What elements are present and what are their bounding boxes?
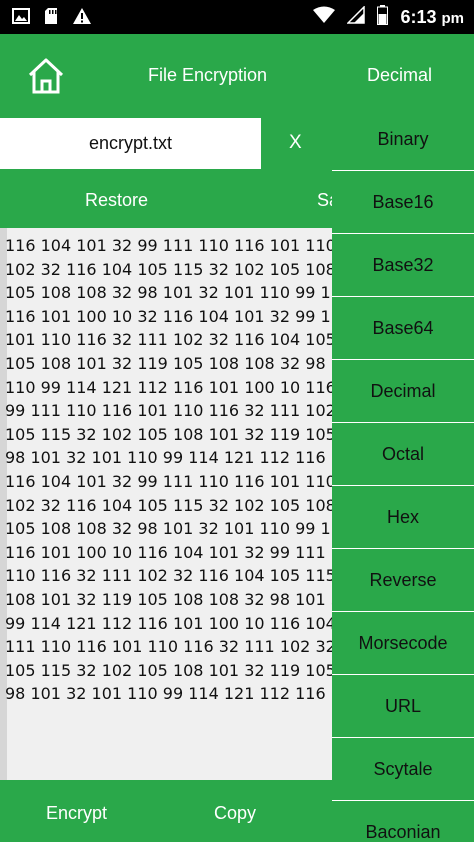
restore-button[interactable]: Restore [85,190,148,211]
output-line: 99 111 110 116 101 110 116 32 111 102 [5,401,332,421]
page-title: File Encryption [148,65,268,85]
status-bar: 6:13 pm [0,0,474,34]
copy-button[interactable]: Copy [214,803,256,824]
sd-card-icon [44,7,58,30]
mode-selector[interactable]: Decimal [367,65,432,86]
menu-item-binary[interactable]: Binary [332,108,474,171]
output-line: 116 104 101 32 99 111 110 116 101 110 [5,471,332,491]
output-line: 105 108 101 32 119 105 108 108 32 98 101 [5,353,332,373]
output-line: 110 99 114 121 112 116 101 100 10 116 10… [5,377,332,397]
output-lines: 116 104 101 32 99 111 110 116 101 110 102… [5,234,332,706]
output-line: 102 32 116 104 105 115 32 102 105 108 [5,259,332,279]
status-time-suffix: pm [441,9,465,27]
clear-file-button[interactable]: X [289,132,302,154]
encrypt-button[interactable]: Encrypt [46,803,107,824]
signal-icon [346,4,366,29]
output-line: 105 115 32 102 105 108 101 32 119 105 [5,424,332,444]
battery-icon [377,4,389,30]
status-right-icons: 6:13 pm [313,0,464,34]
output-line: 105 108 108 32 98 101 32 101 110 99 114 [5,283,332,303]
output-line: 116 104 101 32 99 111 110 116 101 110 [5,236,332,255]
home-icon [24,58,68,102]
gallery-icon [12,7,30,30]
menu-item-base64[interactable]: Base64 [332,297,474,360]
output-line: 98 101 32 101 110 99 114 121 112 116 101 [5,448,332,468]
app-toolbar: File Encryption Decimal [0,34,474,118]
menu-item-morsecode[interactable]: Morsecode [332,612,474,675]
menu-item-scytale[interactable]: Scytale [332,738,474,801]
output-line: 108 101 32 119 105 108 108 32 98 101 32 [5,589,332,609]
alert-icon [72,7,92,30]
output-line: 105 108 108 32 98 101 32 101 110 99 114 [5,519,332,539]
output-line: 111 110 116 101 110 116 32 111 102 32 11… [5,637,332,657]
menu-item-base32[interactable]: Base32 [332,234,474,297]
output-line: 116 101 100 10 32 116 104 101 32 99 111 [5,306,332,326]
output-line: 101 110 116 32 111 102 32 116 104 105 [5,330,332,350]
menu-item-baconian[interactable]: Baconian [332,801,474,842]
output-line: 105 115 32 102 105 108 101 32 119 105 10… [5,660,332,680]
menu-item-octal[interactable]: Octal [332,423,474,486]
menu-item-url[interactable]: URL [332,675,474,738]
output-line: 98 101 32 101 110 99 114 121 112 116 101 [5,684,332,704]
output-line: 110 116 32 111 102 32 116 104 105 115 [5,566,332,586]
encoding-dropdown-menu: Binary Base16 Base32 Base64 Decimal Octal Hex R… [332,108,474,842]
menu-item-reverse[interactable]: Reverse [332,549,474,612]
output-line: 99 114 121 112 116 101 100 10 116 104 10… [5,613,332,633]
menu-item-decimal[interactable]: Decimal [332,360,474,423]
output-line: 116 101 100 10 116 104 101 32 99 111 110 [5,542,332,562]
menu-item-base16[interactable]: Base16 [332,171,474,234]
status-time-value: 6:13 [400,6,437,27]
home-button[interactable] [24,54,68,98]
status-left-icons [12,7,92,30]
output-text-area[interactable]: 116 104 101 32 99 111 110 116 101 110 102… [0,228,332,780]
output-line: 102 32 116 104 105 115 32 102 105 108 [5,495,332,515]
wifi-icon [313,6,336,29]
status-time: 6:13 pm [400,7,464,28]
filename-field[interactable]: encrypt.txt [0,118,261,169]
menu-item-hex[interactable]: Hex [332,486,474,549]
